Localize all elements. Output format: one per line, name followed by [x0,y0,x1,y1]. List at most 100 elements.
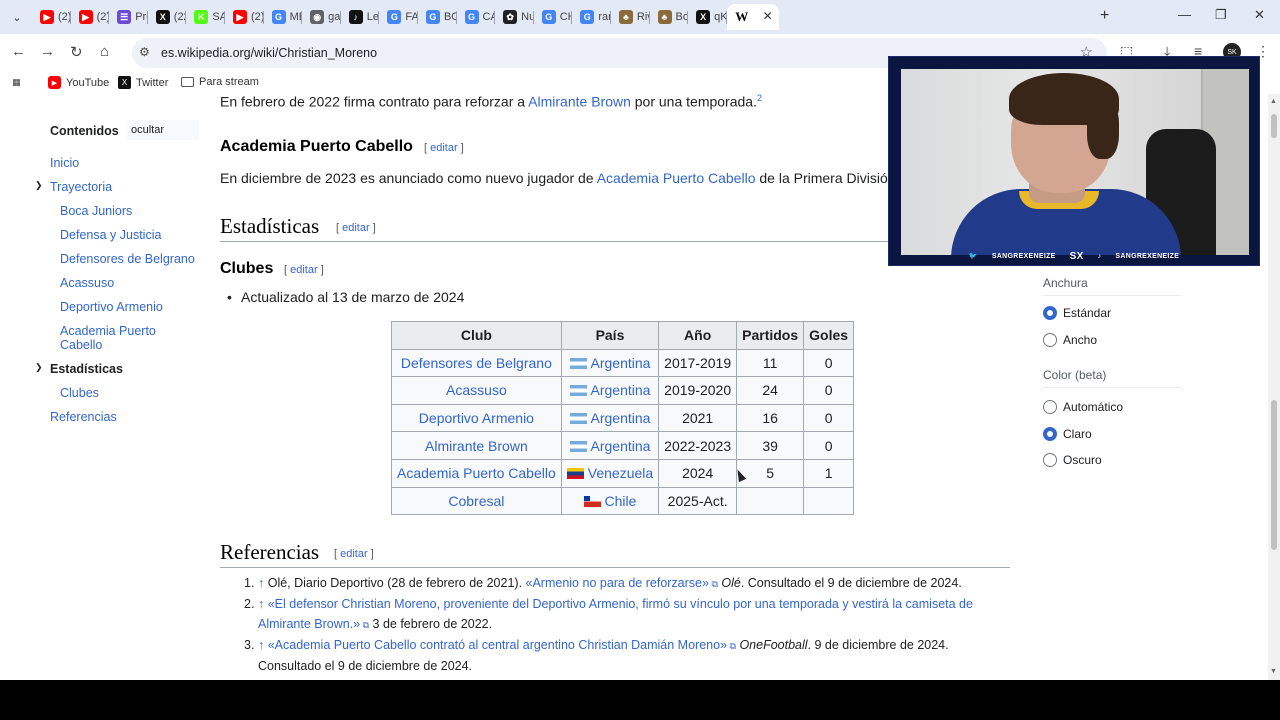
apps-icon[interactable]: ▦ [10,76,28,89]
link-almirante-brown[interactable]: Almirante Brown [528,94,631,110]
edit-link-text[interactable]: editar [340,548,368,560]
radio-claro[interactable]: Claro [1043,427,1092,441]
club-cell-text[interactable]: Cobresal [448,493,504,509]
minimize-icon[interactable]: — [1178,7,1191,22]
club-cell-text[interactable]: Deportivo Armenio [419,410,534,426]
new-tab-button[interactable]: + [1100,7,1109,25]
home-icon[interactable]: ⌂ [100,43,109,60]
club-cell-text[interactable]: Almirante Brown [425,438,528,454]
country-link[interactable]: Argentina [591,438,651,454]
scroll-up-icon[interactable]: ▲ [1270,98,1277,105]
radio-estandar[interactable]: Estándar [1043,306,1111,320]
updated-note: Actualizado al 13 de marzo de 2024 [241,289,465,305]
radio-selected-icon[interactable] [1043,427,1057,441]
country-link[interactable]: Chile [605,493,637,509]
radio-automatico[interactable]: Automático [1043,400,1123,414]
browser-tab[interactable]: ✿ Nu [495,4,534,30]
browser-tab[interactable]: ▶(2) / [32,4,71,30]
radio-selected-icon[interactable] [1043,306,1057,320]
scroll-down-icon[interactable]: ▼ [1270,668,1277,675]
browser-tab[interactable]: ♪Lea [341,4,380,30]
browser-tab[interactable]: ▶(2) ( [225,4,264,30]
tab-search-icon[interactable]: ⌄ [6,7,28,27]
browser-tab[interactable]: ☰Pre [109,4,148,30]
club-cell-text[interactable]: Acassuso [446,382,507,398]
country-link[interactable]: Venezuela [588,465,653,481]
radio-empty-icon[interactable] [1043,400,1057,414]
radio-oscuro[interactable]: Oscuro [1043,453,1102,467]
toc-item-trayectoria[interactable]: Trayectoria [50,180,112,194]
browser-tab[interactable]: ♣Riv [611,4,650,30]
reload-icon[interactable]: ↻ [70,43,83,61]
edit-link-apc[interactable]: [ editar ] [424,142,464,154]
radio-empty-icon[interactable] [1043,333,1057,347]
country-link[interactable]: Argentina [591,410,651,426]
browser-tab[interactable]: ◉gar [302,4,341,30]
bookmark-para-stream[interactable]: Para stream [181,76,259,88]
link-apc[interactable]: Academia Puerto Cabello [597,170,756,186]
bookmark-youtube[interactable]: ▶ YouTube [48,76,109,89]
toc-item-boca[interactable]: Boca Juniors [60,204,132,218]
browser-tab[interactable]: X(22) [148,4,187,30]
browser-tab[interactable]: XqKe [688,4,727,30]
radio-ancho[interactable]: Ancho [1043,333,1097,347]
ref-number: 1. [244,576,255,590]
browser-tab[interactable]: KSAN [186,4,225,30]
width-title: Anchura [1043,276,1088,290]
browser-tab[interactable]: GBO( [418,4,457,30]
ref-link[interactable]: «Academia Puerto Cabello contrató al cen… [268,638,727,652]
toc-item-defensa[interactable]: Defensa y Justicia [60,228,161,242]
toc-item-referencias[interactable]: Referencias [50,410,117,424]
radio-empty-icon[interactable] [1043,453,1057,467]
forward-icon[interactable]: → [40,43,55,60]
edit-link-text[interactable]: editar [290,264,318,276]
browser-tab[interactable]: GCHI [534,4,573,30]
toc-item-apc[interactable]: Academia Puerto Cabello [60,324,165,352]
country-link[interactable]: Argentina [591,382,651,398]
browser-tab[interactable]: GFAE [379,4,418,30]
ref-sup[interactable]: 2 [757,94,762,103]
browser-tab[interactable]: GME [264,4,303,30]
bookmark-twitter[interactable]: X Twitter [118,76,168,89]
restore-icon[interactable]: ❐ [1215,7,1227,23]
chevron-down-icon[interactable]: ❯ [35,362,43,373]
browser-tab[interactable]: GCA\ [457,4,496,30]
edit-link-text[interactable]: editar [430,142,458,154]
toc-item-inicio[interactable]: Inicio [50,156,79,170]
toc-item-defensores[interactable]: Defensores de Belgrano [60,252,195,266]
ref-backlink[interactable]: ↑ [258,576,264,590]
page-scrollbar[interactable]: ▲ ▼ [1268,94,1280,680]
close-window-icon[interactable]: ✕ [1254,7,1265,23]
ref-backlink[interactable]: ↑ [258,638,264,652]
scroll-thumb-secondary[interactable] [1271,114,1277,138]
toc-item-armenio[interactable]: Deportivo Armenio [60,300,163,314]
toc-item-estadisticas[interactable]: Estadísticas [50,362,123,376]
scroll-thumb[interactable] [1271,400,1277,550]
radio-label: Ancho [1063,333,1098,347]
tab-favicon-icon: G [387,10,402,24]
toc-hide-button[interactable]: ocultar [127,120,199,140]
tab-close-icon[interactable]: ✕ [763,9,773,23]
chevron-down-icon[interactable]: ❯ [35,180,43,191]
club-cell-text[interactable]: Academia Puerto Cabello [397,465,556,481]
ref-backlink[interactable]: ↑ [258,597,264,611]
browser-tab[interactable]: ▶(2) l [71,4,110,30]
bookmark-label: Twitter [136,76,169,89]
browser-tab[interactable]: Gran [572,4,611,30]
edit-link-estadisticas[interactable]: [ editar ] [336,222,376,234]
country-link[interactable]: Argentina [591,355,651,371]
browser-tab-active[interactable]: W ✕ [726,4,779,30]
webcam-video [901,69,1249,255]
back-icon[interactable]: ← [11,43,26,60]
browser-tab[interactable]: ♣Boc [650,4,689,30]
site-info-icon[interactable]: ⚙ [139,45,150,59]
toc-item-clubes[interactable]: Clubes [60,386,99,400]
edit-link-referencias[interactable]: [ editar ] [334,548,374,560]
text: por una temporada. [630,94,757,110]
club-cell-text[interactable]: Defensores de Belgrano [401,355,552,371]
edit-link-clubes[interactable]: [ editar ] [284,264,324,276]
tab-favicon-icon: ▶ [78,10,93,24]
toc-item-acassuso[interactable]: Acassuso [60,276,114,290]
ref-link[interactable]: «Armenio no para de reforzarse» [526,576,709,590]
edit-link-text[interactable]: editar [342,222,370,234]
